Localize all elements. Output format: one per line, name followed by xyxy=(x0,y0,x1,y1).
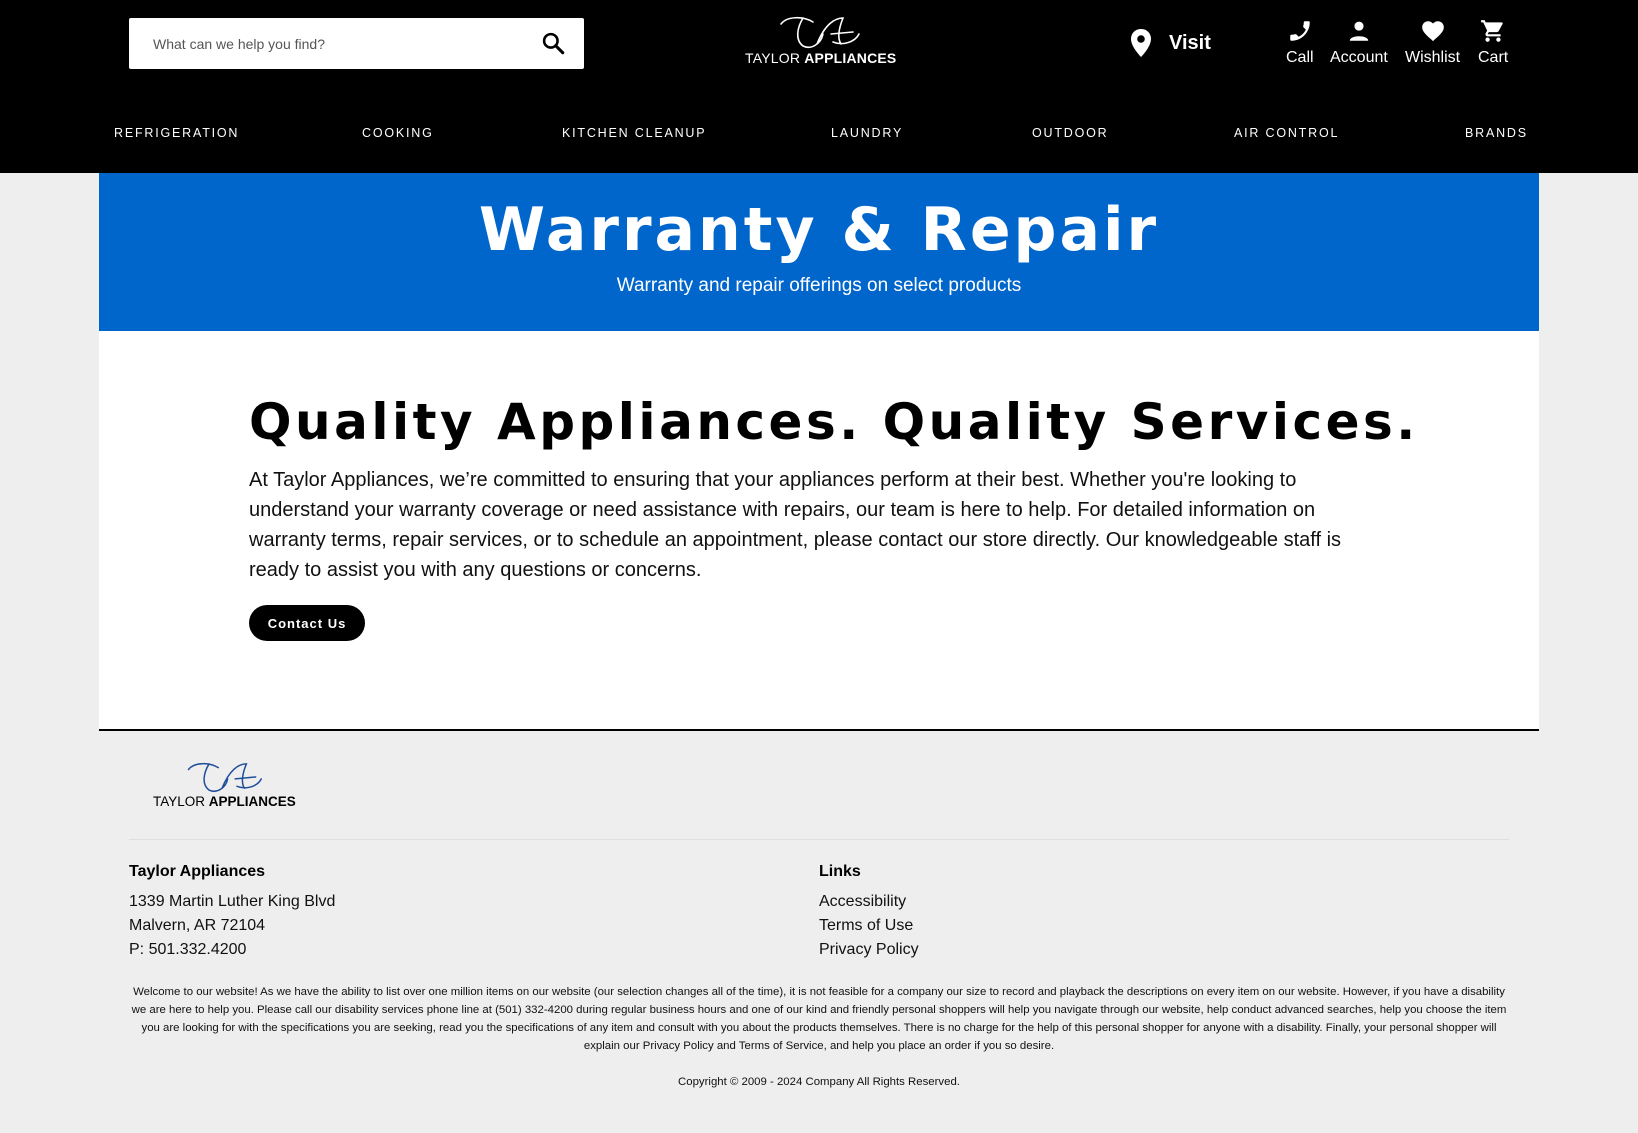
nav-brands[interactable]: BRANDS xyxy=(1465,126,1528,140)
footer-link-privacy-policy[interactable]: Privacy Policy xyxy=(819,938,919,962)
phone-icon xyxy=(1290,21,1310,41)
footer-store-info: Taylor Appliances 1339 Martin Luther Kin… xyxy=(129,863,335,962)
visit-label: Visit xyxy=(1169,31,1211,54)
footer-logo-wordmark: TAYLOR APPLIANCES xyxy=(153,794,296,809)
wishlist-link[interactable]: Wishlist xyxy=(1405,18,1460,67)
contact-us-button[interactable]: Contact Us xyxy=(249,605,365,641)
nav-outdoor[interactable]: OUTDOOR xyxy=(1032,126,1109,140)
footer-link-accessibility[interactable]: Accessibility xyxy=(819,890,919,914)
footer-logo-word-bold: APPLIANCES xyxy=(208,794,296,809)
footer-logo[interactable]: TAYLOR APPLIANCES xyxy=(153,760,296,810)
call-label: Call xyxy=(1286,49,1314,66)
main-content: Quality Appliances. Quality Services. At… xyxy=(99,331,1539,731)
footer-monogram-logo xyxy=(187,762,263,792)
search-bar[interactable] xyxy=(129,18,584,69)
page-subtitle: Warranty and repair offerings on select … xyxy=(616,275,1022,296)
search-icon[interactable] xyxy=(540,30,566,56)
footer-logo-word-regular: TAYLOR xyxy=(153,794,206,809)
person-icon xyxy=(1349,21,1369,41)
section-heading: Quality Appliances. Quality Services. xyxy=(249,393,1419,451)
cart-link[interactable]: Cart xyxy=(1478,18,1508,67)
footer-links: Links Accessibility Terms of Use Privacy… xyxy=(819,863,919,962)
page-title: Warranty & Repair xyxy=(478,195,1160,265)
logo-wordmark: TAYLOR APPLIANCES xyxy=(745,50,896,66)
store-phone[interactable]: P: 501.332.4200 xyxy=(129,938,335,962)
account-label: Account xyxy=(1330,49,1388,66)
footer-divider xyxy=(129,839,1509,840)
copyright: Copyright © 2009 - 2024 Company All Righ… xyxy=(678,1076,960,1088)
call-link[interactable]: Call xyxy=(1286,18,1314,67)
logo-word-regular: TAYLOR xyxy=(745,50,801,66)
wishlist-label: Wishlist xyxy=(1405,49,1461,66)
logo-word-bold: APPLIANCES xyxy=(804,50,897,66)
nav-kitchen-cleanup[interactable]: KITCHEN CLEANUP xyxy=(562,126,706,140)
cart-label: Cart xyxy=(1478,49,1509,66)
cart-icon xyxy=(1481,20,1503,42)
monogram-logo xyxy=(780,16,860,49)
nav-laundry[interactable]: LAUNDRY xyxy=(831,126,903,140)
nav-refrigeration[interactable]: REFRIGERATION xyxy=(114,126,239,140)
account-link[interactable]: Account xyxy=(1330,18,1388,67)
location-pin-icon xyxy=(1131,29,1151,57)
nav-air-control[interactable]: AIR CONTROL xyxy=(1234,126,1339,140)
main-nav: REFRIGERATION COOKING KITCHEN CLEANUP LA… xyxy=(0,118,1638,152)
links-heading: Links xyxy=(819,863,861,880)
visit-link[interactable]: Visit xyxy=(1130,26,1211,60)
section-body: At Taylor Appliances, we’re committed to… xyxy=(249,469,1342,581)
nav-cooking[interactable]: COOKING xyxy=(362,126,434,140)
heart-icon xyxy=(1421,21,1444,42)
store-address-line2: Malvern, AR 72104 xyxy=(129,917,266,934)
footer-link-terms-of-use[interactable]: Terms of Use xyxy=(819,914,919,938)
store-address-line1: 1339 Martin Luther King Blvd xyxy=(129,893,336,910)
site-logo[interactable]: TAYLOR APPLIANCES xyxy=(745,14,896,70)
hero-banner: Warranty & Repair Warranty and repair of… xyxy=(99,173,1539,331)
site-header: TAYLOR APPLIANCES Visit Call Account Wis… xyxy=(0,0,1638,173)
store-name: Taylor Appliances xyxy=(129,863,266,880)
accessibility-disclaimer: Welcome to our website! As we have the a… xyxy=(131,986,1507,1052)
search-input[interactable] xyxy=(153,20,533,67)
